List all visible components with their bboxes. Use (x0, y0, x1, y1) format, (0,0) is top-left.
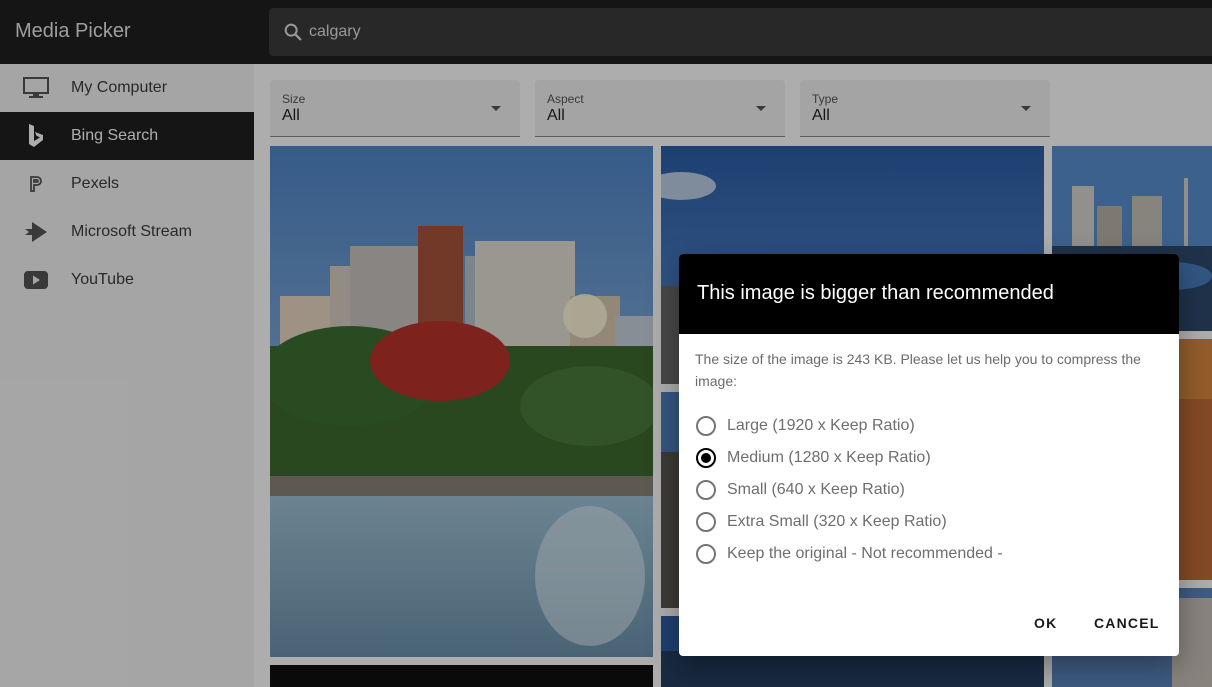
radio-button[interactable] (696, 480, 716, 500)
dialog-title: This image is bigger than recommended (697, 282, 1054, 304)
option-label: Large (1920 x Keep Ratio) (727, 417, 915, 434)
dialog-header: This image is bigger than recommended (679, 254, 1179, 334)
radio-button[interactable] (696, 512, 716, 532)
option-label: Medium (1280 x Keep Ratio) (727, 449, 931, 466)
option-small[interactable]: Small (640 x Keep Ratio) (696, 478, 905, 502)
option-extra-small[interactable]: Extra Small (320 x Keep Ratio) (696, 510, 947, 534)
option-label: Small (640 x Keep Ratio) (727, 481, 905, 498)
radio-button[interactable] (696, 544, 716, 564)
radio-button-selected[interactable] (696, 448, 716, 468)
option-large[interactable]: Large (1920 x Keep Ratio) (696, 414, 915, 438)
option-medium[interactable]: Medium (1280 x Keep Ratio) (696, 446, 931, 470)
ok-button[interactable]: OK (1034, 615, 1057, 631)
option-label: Keep the original - Not recommended - (727, 545, 1003, 562)
radio-button[interactable] (696, 416, 716, 436)
option-label: Extra Small (320 x Keep Ratio) (727, 513, 947, 530)
compress-dialog: This image is bigger than recommended Th… (679, 254, 1179, 656)
dialog-message: The size of the image is 243 KB. Please … (695, 351, 1141, 389)
cancel-button[interactable]: CANCEL (1094, 615, 1160, 631)
option-keep-original[interactable]: Keep the original - Not recommended - (696, 542, 1003, 566)
